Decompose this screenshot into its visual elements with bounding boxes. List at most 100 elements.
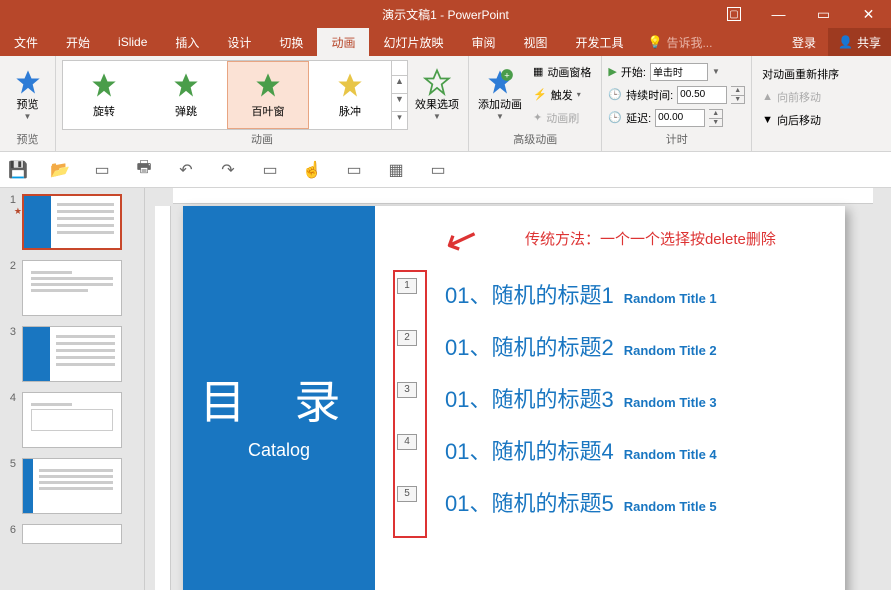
brush-icon: ✦ [533, 111, 542, 124]
animation-painter-button[interactable]: ✦动画刷 [529, 107, 595, 128]
tab-insert[interactable]: 插入 [161, 28, 213, 56]
tab-slideshow[interactable]: 幻灯片放映 [369, 28, 457, 56]
slide-thumb-5[interactable] [22, 458, 122, 514]
tab-transition[interactable]: 切换 [265, 28, 317, 56]
star-icon [423, 68, 451, 96]
group-preview-label: 预览 [6, 131, 49, 149]
tab-review[interactable]: 审阅 [457, 28, 509, 56]
animation-gallery[interactable]: 旋转 弹跳 百叶窗 脉冲 ▲▼▾ [62, 60, 408, 130]
maximize-button[interactable]: ▭ [801, 0, 846, 28]
qat-print-button[interactable]: 🖶 [134, 160, 154, 180]
title-bar: 演示文稿1 - PowerPoint ▢ — ▭ ✕ [0, 0, 891, 28]
star-icon [336, 71, 364, 99]
close-button[interactable]: ✕ [846, 0, 891, 28]
qat-redo-button[interactable]: ↷ [218, 160, 238, 180]
delay-spinner[interactable]: ▲▼ [709, 109, 723, 127]
group-advanced-label: 高级动画 [475, 131, 595, 149]
gallery-more-button[interactable]: ▲▼▾ [391, 61, 407, 129]
annotation-arrow-icon: ↙ [438, 212, 485, 267]
delay-label: 延迟: [626, 110, 651, 126]
menu-bar: 文件 开始 iSlide 插入 设计 切换 动画 幻灯片放映 审阅 视图 开发工… [0, 28, 891, 56]
qat-undo-button[interactable]: ↶ [176, 160, 196, 180]
add-animation-button[interactable]: + 添加动画 ▼ [475, 60, 525, 130]
anim-tag-1[interactable]: 1 [397, 278, 417, 294]
qat-touch-button[interactable]: ☝ [302, 160, 322, 180]
effect-options-button[interactable]: 效果选项 ▼ [412, 60, 462, 130]
move-forward-button[interactable]: ▲向前移动 [758, 86, 843, 107]
tab-dev[interactable]: 开发工具 [562, 28, 638, 56]
toc-item-5[interactable]: 01、随机的标题5Random Title 5 [445, 486, 717, 518]
slide-thumb-1[interactable] [22, 194, 122, 250]
play-icon: ▶ [608, 65, 616, 78]
tab-view[interactable]: 视图 [509, 28, 561, 56]
animation-pane-button[interactable]: ▦动画窗格 [529, 61, 595, 82]
qat-save-button[interactable]: 💾 [8, 160, 28, 180]
slide-thumbnails: 1 ★ 2 3 4 [0, 188, 145, 590]
duration-label: 持续时间: [626, 87, 673, 103]
toc-panel: 目 录 Catalog [183, 206, 375, 590]
start-select[interactable] [650, 63, 708, 81]
trigger-button[interactable]: ⚡触发 ▾ [529, 84, 595, 105]
qat-open-button[interactable]: 📂 [50, 160, 70, 180]
star-plus-icon: + [486, 68, 514, 96]
duration-spinner[interactable]: ▲▼ [731, 86, 745, 104]
anim-tag-5[interactable]: 5 [397, 486, 417, 502]
tab-home[interactable]: 开始 [52, 28, 104, 56]
star-icon [90, 71, 118, 99]
tab-islide[interactable]: iSlide [104, 28, 161, 56]
ribbon-display-button[interactable]: ▢ [727, 7, 741, 21]
qat-layout-button[interactable]: ▦ [386, 160, 406, 180]
animation-indicator-icon: ★ [14, 206, 22, 217]
lightbulb-icon: 💡 [648, 35, 663, 49]
anim-tag-3[interactable]: 3 [397, 382, 417, 398]
move-backward-button[interactable]: ▼向后移动 [758, 109, 843, 130]
login-button[interactable]: 登录 [780, 34, 828, 51]
tab-file[interactable]: 文件 [0, 28, 52, 56]
tab-design[interactable]: 设计 [213, 28, 265, 56]
star-icon [172, 71, 200, 99]
anim-bounce[interactable]: 弹跳 [145, 61, 227, 129]
anim-tag-4[interactable]: 4 [397, 434, 417, 450]
tell-me-input[interactable]: 💡 告诉我... [638, 34, 723, 51]
clock-icon: 🕒 [608, 88, 622, 101]
slide-canvas[interactable]: 目 录 Catalog ↙ 传统方法：一个一个选择按delete删除 1 2 3… [145, 188, 891, 590]
star-icon [14, 68, 42, 96]
toc-item-4[interactable]: 01、随机的标题4Random Title 4 [445, 434, 717, 466]
anim-pulse[interactable]: 脉冲 [309, 61, 391, 129]
qat-resume-button[interactable]: ▭ [344, 160, 364, 180]
start-label: 开始: [621, 64, 646, 80]
toc-item-2[interactable]: 01、随机的标题2Random Title 2 [445, 330, 717, 362]
down-arrow-icon: ▼ [762, 114, 773, 126]
toc-title: 目 录 [200, 366, 359, 432]
slide-thumb-3[interactable] [22, 326, 122, 382]
share-button[interactable]: 👤 共享 [828, 28, 891, 56]
qat-collapse-button[interactable]: ▭ [428, 160, 448, 180]
tab-animation[interactable]: 动画 [317, 28, 369, 56]
slide-thumb-6[interactable] [22, 524, 122, 544]
ruler-horizontal [173, 188, 873, 204]
anim-tag-2[interactable]: 2 [397, 330, 417, 346]
ribbon: 预览 ▼ 预览 旋转 弹跳 百叶窗 [0, 56, 891, 152]
minimize-button[interactable]: — [756, 0, 801, 28]
delay-input[interactable] [655, 109, 705, 127]
toc-item-1[interactable]: 01、随机的标题1Random Title 1 [445, 278, 717, 310]
pane-icon: ▦ [533, 65, 543, 78]
user-icon: 👤 [838, 35, 853, 49]
thumb-number: 1 [0, 194, 22, 206]
anim-spin[interactable]: 旋转 [63, 61, 145, 129]
qat-slideshow-button[interactable]: ▭ [260, 160, 280, 180]
toc-item-3[interactable]: 01、随机的标题3Random Title 3 [445, 382, 717, 414]
slide-thumb-4[interactable] [22, 392, 122, 448]
qat-new-button[interactable]: ▭ [92, 160, 112, 180]
preview-button[interactable]: 预览 ▼ [6, 60, 49, 130]
workspace: 1 ★ 2 3 4 [0, 188, 891, 590]
slide-thumb-2[interactable] [22, 260, 122, 316]
group-animation-label: 动画 [62, 131, 462, 149]
anim-blinds[interactable]: 百叶窗 [227, 61, 309, 129]
reorder-title: 对动画重新排序 [758, 63, 843, 84]
star-icon [254, 71, 282, 99]
slide-content[interactable]: 目 录 Catalog ↙ 传统方法：一个一个选择按delete删除 1 2 3… [183, 206, 845, 590]
delay-icon: 🕒 [608, 111, 622, 124]
toc-subtitle: Catalog [248, 440, 310, 461]
duration-input[interactable] [677, 86, 727, 104]
